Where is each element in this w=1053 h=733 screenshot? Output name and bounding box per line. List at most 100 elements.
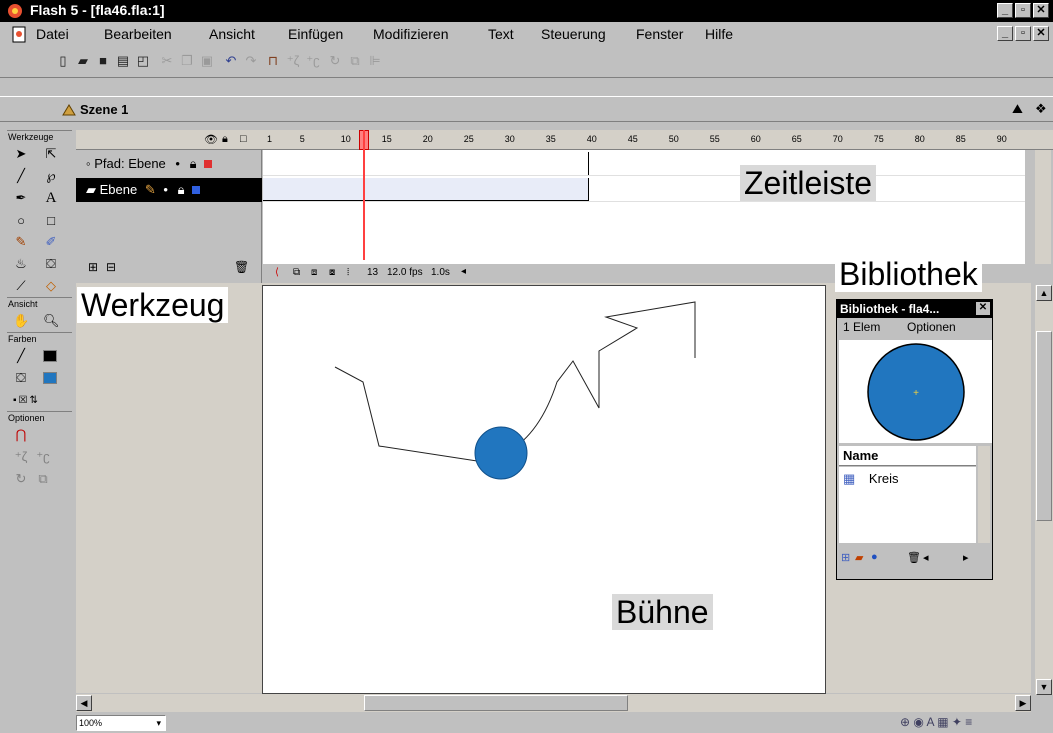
onion-skin-icon[interactable]: ⧉ (293, 267, 300, 278)
swap-colors-icon[interactable]: ⇅ (30, 395, 38, 406)
rotate-option-icon[interactable]: ↻ (13, 471, 29, 487)
menu-fenster[interactable]: Fenster (636, 26, 683, 42)
ink-bottle-tool-icon[interactable]: ♨ (13, 256, 29, 272)
pen-tool-icon[interactable]: ✒ (13, 190, 29, 206)
layer-color-swatch[interactable] (192, 186, 201, 194)
copy-icon[interactable]: ❐ (180, 54, 194, 68)
rectangle-tool-icon[interactable]: □ (43, 213, 59, 228)
eye-icon[interactable]: 👁︎ (204, 133, 218, 146)
paint-bucket-tool-icon[interactable]: ⛋ (43, 256, 59, 272)
library-scroll-left-icon[interactable]: ◂ (923, 551, 929, 564)
library-close-button[interactable]: ✕ (976, 302, 990, 315)
stroke-color-icon[interactable]: ╱ (13, 348, 29, 364)
fill-color-swatch[interactable] (43, 372, 57, 384)
layer-row-guide[interactable]: ◦ Pfad: Ebene • 🔒︎ (76, 152, 262, 176)
library-item[interactable]: ▦ Kreis (843, 471, 899, 487)
frame-grid[interactable] (263, 150, 1025, 264)
minimize-button[interactable]: _ (997, 3, 1013, 18)
straighten-icon[interactable]: ⁺ʗ (306, 54, 320, 68)
scroll-left-icon[interactable]: ◂ (461, 266, 466, 277)
frame-row-main[interactable] (263, 178, 1025, 202)
menu-datei[interactable]: Datei (36, 26, 69, 42)
pencil-tool-icon[interactable]: ✎ (13, 234, 29, 250)
edit-scene-icon[interactable]: ⛰ (1012, 101, 1023, 117)
lock-header-icon[interactable]: 🔒︎ (222, 133, 228, 146)
close-button[interactable]: ✕ (1033, 3, 1049, 18)
layer-row-main[interactable]: ▰ Ebene ✎ • 🔒︎ (76, 178, 262, 202)
menu-ansicht[interactable]: Ansicht (209, 26, 255, 42)
no-color-icon[interactable]: ☒ (19, 395, 28, 406)
properties-icon[interactable]: ● (871, 551, 878, 563)
save-icon[interactable]: ■ (96, 54, 110, 68)
hand-tool-icon[interactable]: ✋ (13, 313, 29, 329)
straighten-option-icon[interactable]: ⁺ʗ (35, 449, 51, 465)
new-symbol-icon[interactable]: ⊞ (841, 551, 850, 564)
library-options-menu[interactable]: Optionen (907, 320, 956, 334)
onion-outline-icon[interactable]: ⧈ (311, 267, 317, 278)
undo-icon[interactable]: ↶ (224, 54, 238, 68)
open-folder-icon[interactable]: ▰ (76, 54, 90, 68)
horizontal-scrollbar[interactable]: ◀ ▶ (76, 694, 1031, 712)
scroll-down-button[interactable]: ▼ (1036, 679, 1052, 695)
doc-minimize-button[interactable]: _ (997, 26, 1013, 41)
default-colors-icon[interactable]: ▪ (13, 395, 17, 406)
new-folder-icon[interactable]: ▰ (855, 551, 863, 564)
redo-icon[interactable]: ↷ (244, 54, 258, 68)
doc-close-button[interactable]: ✕ (1033, 26, 1049, 41)
visible-dot[interactable]: • (175, 156, 180, 171)
dropper-tool-icon[interactable]: ⟋ (13, 278, 29, 294)
zoom-select[interactable]: 100% ▾ (76, 715, 166, 731)
library-scroll-right-icon[interactable]: ▸ (963, 551, 969, 564)
outline-header-icon[interactable]: □ (240, 133, 247, 145)
library-scrollbar[interactable] (978, 446, 990, 543)
scale-icon[interactable]: ⧉ (348, 54, 362, 68)
vscroll-thumb[interactable] (1036, 331, 1052, 521)
center-frame-icon[interactable]: ⟨ (275, 267, 279, 278)
layer-color-swatch[interactable] (204, 160, 213, 168)
fill-color-icon[interactable]: ⛋ (13, 370, 29, 386)
arrow-tool-icon[interactable]: ➤ (13, 146, 29, 162)
menu-text[interactable]: Text (488, 26, 514, 42)
print-preview-icon[interactable]: ◰ (136, 54, 150, 68)
menu-steuerung[interactable]: Steuerung (541, 26, 606, 42)
smooth-option-icon[interactable]: ⁺ζ (13, 449, 29, 465)
print-icon[interactable]: ▤ (116, 54, 130, 68)
delete-symbol-icon[interactable]: 🗑︎ (907, 551, 921, 564)
text-tool-icon[interactable]: A (43, 190, 59, 207)
cut-icon[interactable]: ✂ (160, 54, 174, 68)
maximize-button[interactable]: ▫ (1015, 3, 1031, 18)
keyframe-span[interactable] (263, 178, 589, 201)
line-tool-icon[interactable]: ╱ (13, 168, 29, 184)
hscroll-thumb[interactable] (364, 695, 628, 711)
delete-layer-icon[interactable]: 🗑︎ (234, 260, 249, 274)
menu-modifizieren[interactable]: Modifizieren (373, 26, 448, 42)
paste-icon[interactable]: ▣ (200, 54, 214, 68)
menu-bearbeiten[interactable]: Bearbeiten (104, 26, 172, 42)
menu-hilfe[interactable]: Hilfe (705, 26, 733, 42)
scroll-up-button[interactable]: ▲ (1036, 285, 1052, 301)
magnet-option-icon[interactable]: ⋂ (13, 427, 29, 443)
doc-maximize-button[interactable]: ▫ (1015, 26, 1031, 41)
brush-tool-icon[interactable]: ✐ (43, 234, 59, 250)
smooth-icon[interactable]: ⁺ζ (286, 54, 300, 68)
stage-canvas[interactable] (262, 285, 826, 694)
frame-ruler[interactable]: 1 5 10 15 20 25 30 35 40 45 50 55 60 65 70 75 80 85 90 (263, 130, 1053, 150)
stroke-color-swatch[interactable] (43, 350, 57, 362)
eraser-tool-icon[interactable]: ◇ (43, 278, 59, 294)
lock-icon[interactable]: 🔒︎ (190, 156, 197, 171)
keyframe-span[interactable] (263, 152, 589, 175)
new-file-icon[interactable]: ▯ (56, 54, 70, 68)
edit-symbol-icon[interactable]: ❖ (1035, 101, 1047, 117)
align-icon[interactable]: ⊫ (368, 54, 382, 68)
timeline-vscroll[interactable] (1035, 150, 1051, 264)
library-name-column[interactable]: Name (839, 446, 976, 466)
lasso-tool-icon[interactable]: ℘ (43, 168, 59, 184)
modify-markers-icon[interactable]: ⦙ (347, 267, 349, 278)
edit-multiple-icon[interactable]: ⧇ (329, 267, 335, 278)
vertical-scrollbar[interactable]: ▲ ▼ (1035, 285, 1053, 695)
launcher-icons[interactable]: ⊕ ◉ A ▦ ✦ ≡ (900, 715, 972, 729)
lock-icon[interactable]: 🔒︎ (178, 182, 185, 197)
snap-magnet-icon[interactable]: ⊓ (266, 54, 280, 68)
scroll-right-button[interactable]: ▶ (1015, 695, 1031, 711)
zoom-tool-icon[interactable]: 🔍︎ (43, 313, 60, 329)
